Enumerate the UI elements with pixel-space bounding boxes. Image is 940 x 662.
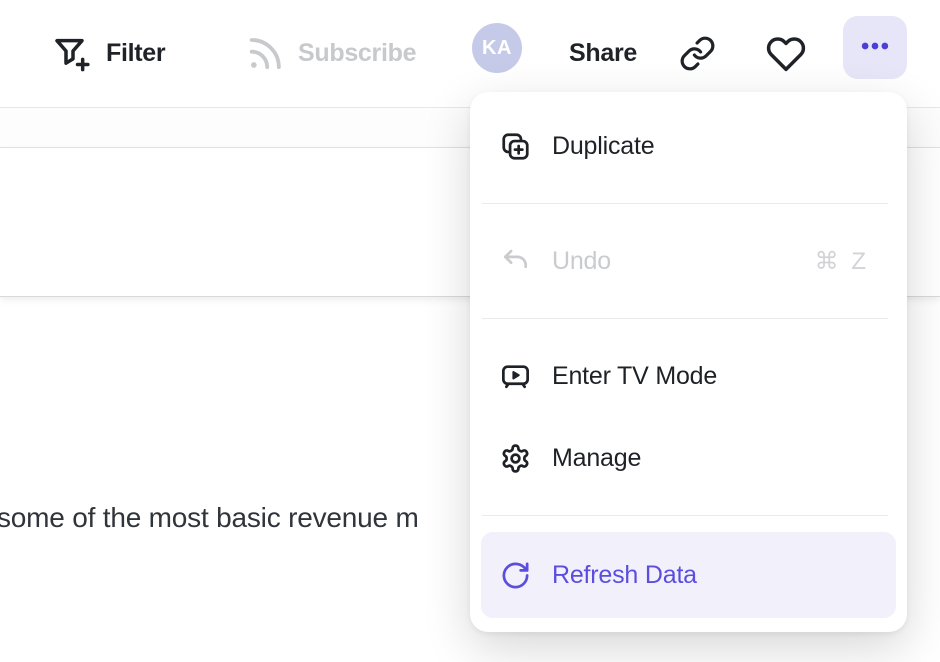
filter-button[interactable]: Filter	[52, 0, 165, 107]
menu-item-undo: Undo ⌘ Z	[470, 220, 907, 302]
more-options-button[interactable]	[843, 16, 907, 79]
favorite-button[interactable]	[766, 0, 806, 107]
screen: some of the most basic revenue m Filter …	[0, 0, 940, 662]
filter-plus-icon	[52, 34, 92, 74]
avatar-initials: KA	[482, 37, 512, 60]
gear-icon	[500, 443, 531, 474]
menu-item-label: Refresh Data	[552, 561, 697, 590]
menu-item-label: Enter TV Mode	[552, 362, 717, 391]
tv-icon	[500, 361, 531, 392]
share-label: Share	[569, 39, 637, 68]
menu-divider	[482, 318, 888, 319]
menu-divider	[482, 515, 888, 516]
menu-divider	[482, 203, 888, 204]
filter-label: Filter	[106, 39, 165, 68]
heart-icon	[766, 34, 806, 74]
menu-item-label: Duplicate	[552, 132, 654, 161]
menu-item-enter-tv-mode[interactable]: Enter TV Mode	[470, 335, 907, 417]
link-icon	[679, 35, 716, 72]
ellipsis-icon	[859, 30, 891, 65]
duplicate-icon	[500, 131, 531, 162]
rss-icon	[244, 34, 284, 74]
menu-item-label: Manage	[552, 444, 641, 473]
menu-item-refresh-data[interactable]: Refresh Data	[481, 532, 896, 618]
refresh-icon	[500, 560, 531, 591]
menu-item-duplicate[interactable]: Duplicate	[470, 105, 907, 187]
copy-link-button[interactable]	[679, 0, 716, 107]
menu-item-label: Undo	[552, 247, 611, 276]
avatar[interactable]: KA	[472, 23, 522, 73]
menu-item-manage[interactable]: Manage	[470, 417, 907, 499]
subscribe-label: Subscribe	[298, 39, 416, 68]
overflow-menu: Duplicate Undo ⌘ Z Enter TV M	[470, 92, 907, 632]
page-paragraph-fragment: some of the most basic revenue m	[0, 502, 419, 534]
share-button[interactable]: Share	[569, 0, 637, 107]
undo-icon	[500, 246, 531, 277]
undo-shortcut: ⌘ Z	[815, 247, 869, 276]
subscribe-button[interactable]: Subscribe	[244, 0, 416, 107]
